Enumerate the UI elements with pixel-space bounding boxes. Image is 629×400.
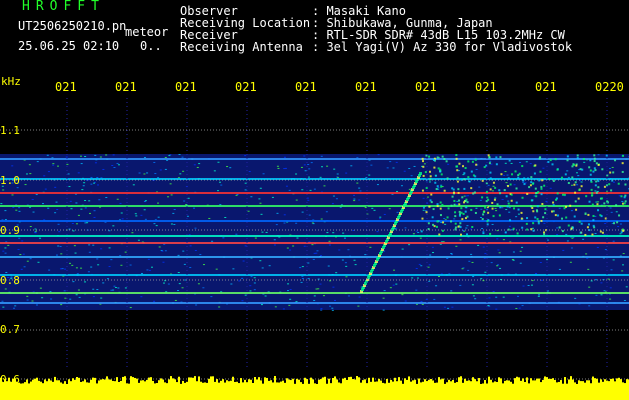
time-label-7: 021 <box>475 80 497 94</box>
y-label-1.0: 1.0 <box>0 174 20 187</box>
time-label-1: 021 <box>115 80 137 94</box>
y-label-0.9: 0.9 <box>0 224 20 237</box>
antenna-label: Receiving Antenna <box>180 40 303 54</box>
time-label-4: 021 <box>295 80 317 94</box>
y-label-0.6: 0.6 <box>0 373 20 386</box>
y-label-0.7: 0.7 <box>0 323 20 336</box>
app-brand: HROFFT <box>22 0 105 14</box>
time-label-8: 021 <box>535 80 557 94</box>
spectrogram <box>0 70 629 400</box>
filename-label: UT2506250210.pn <box>18 19 127 33</box>
antenna-value: : 3el Yagi(V) Az 330 for Vladivostok <box>312 40 573 54</box>
axis-unit-label: kHz <box>1 75 21 88</box>
time-label-9: 0220 <box>595 80 624 94</box>
y-label-0.8: 0.8 <box>0 274 20 287</box>
time-label-0: 021 <box>55 80 77 94</box>
time-label-3: 021 <box>235 80 257 94</box>
dots-label: 0.. <box>140 39 162 53</box>
meteor-label: meteor <box>125 25 169 39</box>
y-label-1.1: 1.1 <box>0 124 20 137</box>
time-label-2: 021 <box>175 80 197 94</box>
datetime-label: 25.06.25 02:10 <box>18 39 120 53</box>
time-label-5: 021 <box>355 80 377 94</box>
time-label-6: 021 <box>415 80 437 94</box>
